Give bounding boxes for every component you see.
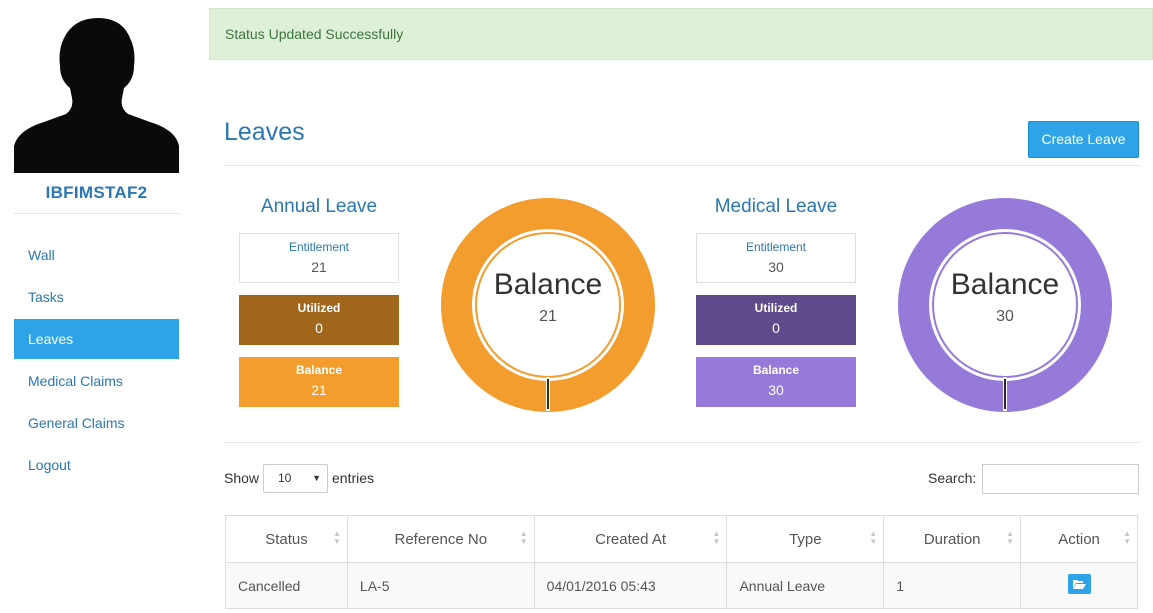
annual-balance-value: 21	[311, 382, 327, 398]
search-input[interactable]	[982, 464, 1139, 494]
annual-utilized-box: Utilized 0	[239, 295, 399, 345]
annual-ring-value: 21	[539, 308, 557, 325]
sidebar-item-general-claims[interactable]: General Claims	[14, 403, 179, 443]
search-label: Search:	[928, 470, 977, 486]
sidebar-item-tasks[interactable]: Tasks	[14, 277, 179, 317]
sort-icon: ▲ ▼	[332, 529, 341, 546]
sidebar-item-leaves[interactable]: Leaves	[14, 319, 179, 359]
medical-ring-text: Balance 30	[897, 268, 1113, 326]
success-alert: Status Updated Successfully	[209, 8, 1153, 60]
show-label: Show	[224, 470, 260, 486]
sidebar-divider	[14, 213, 179, 214]
annual-ring-text: Balance 21	[440, 268, 656, 326]
sidebar: IBFIMSTAF2 Wall Tasks Leaves Medical Cla…	[14, 0, 179, 613]
view-leave-button[interactable]	[1067, 574, 1091, 594]
sort-icon: ▲ ▼	[712, 529, 721, 546]
column-header-reference[interactable]: Reference No ▲ ▼	[346, 515, 535, 563]
medical-utilized-box: Utilized 0	[696, 295, 856, 345]
column-header-action[interactable]: Action ▲ ▼	[1020, 515, 1138, 563]
leaves-table: Status ▲ ▼ Reference No ▲ ▼ Created At ▲ ▼ Typ…	[225, 515, 1138, 609]
entries-label: entries	[332, 470, 375, 486]
sort-icon: ▲ ▼	[869, 529, 878, 546]
annual-entitlement-value: 21	[311, 259, 327, 275]
medical-leave-title: Medical Leave	[714, 196, 838, 217]
medical-balance-label: Balance	[752, 363, 800, 377]
cell-created-at: 04/01/2016 05:43	[533, 562, 728, 609]
annual-leave-title: Annual Leave	[260, 196, 378, 217]
header-divider	[224, 165, 1139, 166]
page-size-value: 10	[278, 471, 292, 485]
column-header-status[interactable]: Status ▲ ▼	[225, 515, 348, 563]
page-size-select[interactable]: 10 ▼	[263, 464, 328, 493]
table-header-row: Status ▲ ▼ Reference No ▲ ▼ Created At ▲ ▼ Typ…	[225, 515, 1138, 563]
cell-status: Cancelled	[225, 562, 348, 609]
annual-balance-label: Balance	[295, 363, 343, 377]
annual-utilized-value: 0	[315, 320, 323, 336]
medical-entitlement-value: 30	[768, 259, 784, 275]
medical-balance-value: 30	[768, 382, 784, 398]
medical-ring-value: 30	[996, 308, 1014, 325]
cell-action	[1020, 562, 1138, 609]
annual-ring-label: Balance	[493, 268, 603, 301]
annual-entitlement-box: Entitlement 21	[239, 233, 399, 283]
column-header-duration[interactable]: Duration ▲ ▼	[883, 515, 1022, 563]
medical-ring-label: Balance	[950, 268, 1060, 301]
chevron-down-icon: ▼	[312, 473, 321, 483]
table-row: Cancelled LA-5 04/01/2016 05:43 Annual L…	[225, 562, 1138, 609]
section-divider	[224, 442, 1139, 443]
sort-icon: ▲ ▼	[519, 529, 528, 546]
annual-entitlement-label: Entitlement	[288, 240, 350, 254]
medical-entitlement-label: Entitlement	[745, 240, 807, 254]
column-header-type[interactable]: Type ▲ ▼	[726, 515, 885, 563]
cell-type: Annual Leave	[726, 562, 885, 609]
sidebar-item-wall[interactable]: Wall	[14, 235, 179, 275]
sidebar-nav: Wall Tasks Leaves Medical Claims General…	[14, 235, 179, 487]
sidebar-item-logout[interactable]: Logout	[14, 445, 179, 485]
folder-open-icon	[1072, 580, 1086, 589]
annual-balance-box: Balance 21	[239, 357, 399, 407]
column-header-created-at[interactable]: Created At ▲ ▼	[533, 515, 728, 563]
medical-balance-box: Balance 30	[696, 357, 856, 407]
sort-icon: ▲ ▼	[1006, 529, 1015, 546]
medical-utilized-value: 0	[772, 320, 780, 336]
page-title: Leaves	[224, 118, 305, 146]
cell-duration: 1	[883, 562, 1022, 609]
annual-utilized-label: Utilized	[297, 301, 341, 315]
medical-utilized-label: Utilized	[754, 301, 798, 315]
create-leave-button[interactable]: Create Leave	[1028, 121, 1139, 158]
cell-reference: LA-5	[346, 562, 535, 609]
avatar	[14, 18, 179, 173]
sort-icon: ▲ ▼	[1123, 529, 1131, 546]
username: IBFIMSTAF2	[45, 183, 148, 202]
sidebar-item-medical-claims[interactable]: Medical Claims	[14, 361, 179, 401]
medical-entitlement-box: Entitlement 30	[696, 233, 856, 283]
